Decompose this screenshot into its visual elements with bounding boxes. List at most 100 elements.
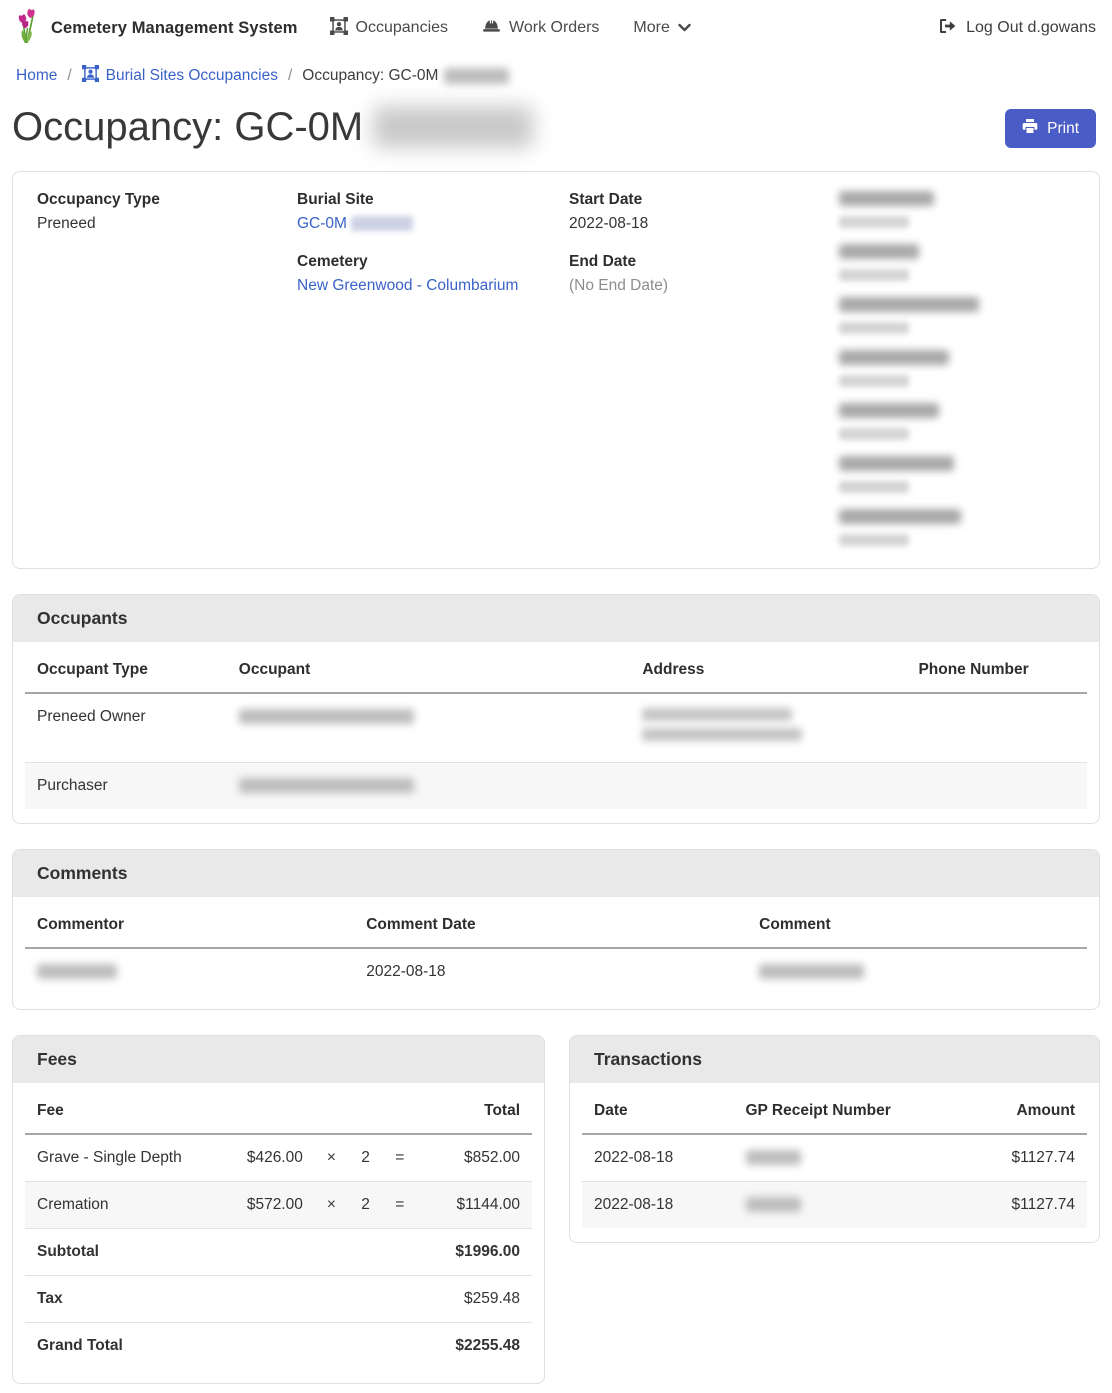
nav-work-orders-label: Work Orders xyxy=(509,19,599,37)
col-date: Date xyxy=(582,1089,734,1134)
start-date-label: Start Date xyxy=(569,191,839,209)
redacted-field xyxy=(839,456,1075,493)
redacted-field xyxy=(839,403,1075,440)
fees-table: Fee Total Grave - Single Depth $426.00 ×… xyxy=(25,1089,532,1369)
printer-icon xyxy=(1022,118,1038,139)
app-brand: Cemetery Management System xyxy=(16,8,298,49)
occupant-name-cell xyxy=(227,763,631,810)
end-date-label: End Date xyxy=(569,253,839,271)
breadcrumb-home[interactable]: Home xyxy=(16,67,57,85)
nav-more[interactable]: More xyxy=(633,19,690,37)
details-col-1: Occupancy Type Preneed xyxy=(37,191,297,562)
fee-name-cell: Grave - Single Depth xyxy=(25,1134,229,1182)
cemetery-label: Cemetery xyxy=(297,253,569,271)
redacted-text xyxy=(351,216,413,231)
fee-equals-cell: = xyxy=(383,1182,416,1229)
redacted-field xyxy=(839,191,1075,228)
occupant-type-cell: Preneed Owner xyxy=(25,693,227,763)
redacted-text xyxy=(444,68,509,84)
tulip-logo-icon xyxy=(16,8,43,49)
logout-button[interactable]: Log Out d.gowans xyxy=(939,18,1096,39)
page-title: Occupancy: GC-0M xyxy=(12,103,533,151)
occupancy-type-value: Preneed xyxy=(37,215,297,233)
subtotal-label: Subtotal xyxy=(25,1229,229,1276)
col-comment-date: Comment Date xyxy=(354,903,747,948)
hard-hat-icon xyxy=(482,17,501,39)
occupancy-type-label: Occupancy Type xyxy=(37,191,297,209)
table-row: 2022-08-18 xyxy=(25,948,1087,995)
occupants-header-row: Occupant Type Occupant Address Phone Num… xyxy=(25,648,1087,693)
details-col-2: Burial Site GC-0M Cemetery New Greenwood… xyxy=(297,191,569,562)
nav-occupancies-label: Occupancies xyxy=(356,19,449,37)
transaction-date-cell: 2022-08-18 xyxy=(582,1182,734,1229)
details-grid: Occupancy Type Preneed Burial Site GC-0M… xyxy=(13,172,1099,568)
commentor-cell xyxy=(25,948,354,995)
page-header: Occupancy: GC-0M Print xyxy=(0,101,1112,171)
occupancy-frame-icon xyxy=(82,65,99,87)
logout-label: Log Out d.gowans xyxy=(966,19,1096,37)
subtotal-value: $1996.00 xyxy=(416,1229,532,1276)
details-col-4-redacted xyxy=(839,191,1075,562)
breadcrumb-separator: / xyxy=(67,67,71,85)
comments-card: Comments Commentor Comment Date Comment … xyxy=(12,849,1100,1010)
fees-card-title: Fees xyxy=(13,1036,544,1083)
top-navbar: Cemetery Management System Occupancies xyxy=(0,0,1112,56)
fee-name-cell: Cremation xyxy=(25,1182,229,1229)
tax-label: Tax xyxy=(25,1276,229,1323)
burial-site-value: GC-0M xyxy=(297,215,569,233)
breadcrumb-burial-sites-occupancies[interactable]: Burial Sites Occupancies xyxy=(82,65,278,87)
col-occupant-type: Occupant Type xyxy=(25,648,227,693)
breadcrumb-separator: / xyxy=(288,67,292,85)
occupants-table: Occupant Type Occupant Address Phone Num… xyxy=(25,648,1087,809)
field-cemetery: Cemetery New Greenwood - Columbarium xyxy=(297,253,569,295)
col-amount: Amount xyxy=(946,1089,1087,1134)
grand-total-value: $2255.48 xyxy=(416,1323,532,1370)
transaction-amount-cell: $1127.74 xyxy=(946,1182,1087,1229)
fees-transactions-row: Fees Fee Total Grave - Single Depth $426… xyxy=(12,1035,1100,1384)
field-occupancy-type: Occupancy Type Preneed xyxy=(37,191,297,233)
fee-unit-price-cell: $426.00 xyxy=(229,1134,315,1182)
occupant-address-cell xyxy=(630,763,906,810)
table-row: Grave - Single Depth $426.00 × 2 = $852.… xyxy=(25,1134,532,1182)
nav-more-label: More xyxy=(633,19,669,37)
occupants-card-title: Occupants xyxy=(13,595,1099,642)
logout-icon xyxy=(939,18,957,39)
comment-cell xyxy=(747,948,1087,995)
col-address: Address xyxy=(630,648,906,693)
fees-card: Fees Fee Total Grave - Single Depth $426… xyxy=(12,1035,545,1384)
app-title: Cemetery Management System xyxy=(51,19,298,38)
field-start-date: Start Date 2022-08-18 xyxy=(569,191,839,233)
subtotal-row: Subtotal $1996.00 xyxy=(25,1229,532,1276)
fee-quantity-cell: 2 xyxy=(348,1134,383,1182)
print-button-label: Print xyxy=(1047,120,1079,138)
gp-receipt-cell xyxy=(734,1182,946,1229)
occupant-name-cell xyxy=(227,693,631,763)
transaction-amount-cell: $1127.74 xyxy=(946,1134,1087,1182)
col-comment: Comment xyxy=(747,903,1087,948)
print-button[interactable]: Print xyxy=(1005,109,1096,148)
fee-quantity-cell: 2 xyxy=(348,1182,383,1229)
occupant-type-cell: Purchaser xyxy=(25,763,227,810)
comments-header-row: Commentor Comment Date Comment xyxy=(25,903,1087,948)
fee-unit-price-cell: $572.00 xyxy=(229,1182,315,1229)
end-date-value: (No End Date) xyxy=(569,277,839,295)
redacted-field xyxy=(839,297,1075,334)
nav-occupancies[interactable]: Occupancies xyxy=(330,17,449,40)
transactions-header-row: Date GP Receipt Number Amount xyxy=(582,1089,1087,1134)
transactions-table: Date GP Receipt Number Amount 2022-08-18… xyxy=(582,1089,1087,1228)
col-occupant: Occupant xyxy=(227,648,631,693)
occupant-phone-cell xyxy=(906,763,1087,810)
table-row: Preneed Owner xyxy=(25,693,1087,763)
redacted-field xyxy=(839,350,1075,387)
fee-total-cell: $1144.00 xyxy=(416,1182,532,1229)
fee-times-cell: × xyxy=(315,1182,348,1229)
breadcrumb: Home / Burial Sites Occupancies / Occupa… xyxy=(0,56,1112,101)
burial-site-link[interactable]: GC-0M xyxy=(297,215,347,232)
col-commentor: Commentor xyxy=(25,903,354,948)
occupants-card: Occupants Occupant Type Occupant Address… xyxy=(12,594,1100,824)
nav-work-orders[interactable]: Work Orders xyxy=(482,17,599,39)
main-nav: Occupancies Work Orders More xyxy=(330,17,691,40)
occupant-address-cell xyxy=(630,693,906,763)
col-fee: Fee xyxy=(25,1089,229,1134)
cemetery-link[interactable]: New Greenwood - Columbarium xyxy=(297,277,518,294)
